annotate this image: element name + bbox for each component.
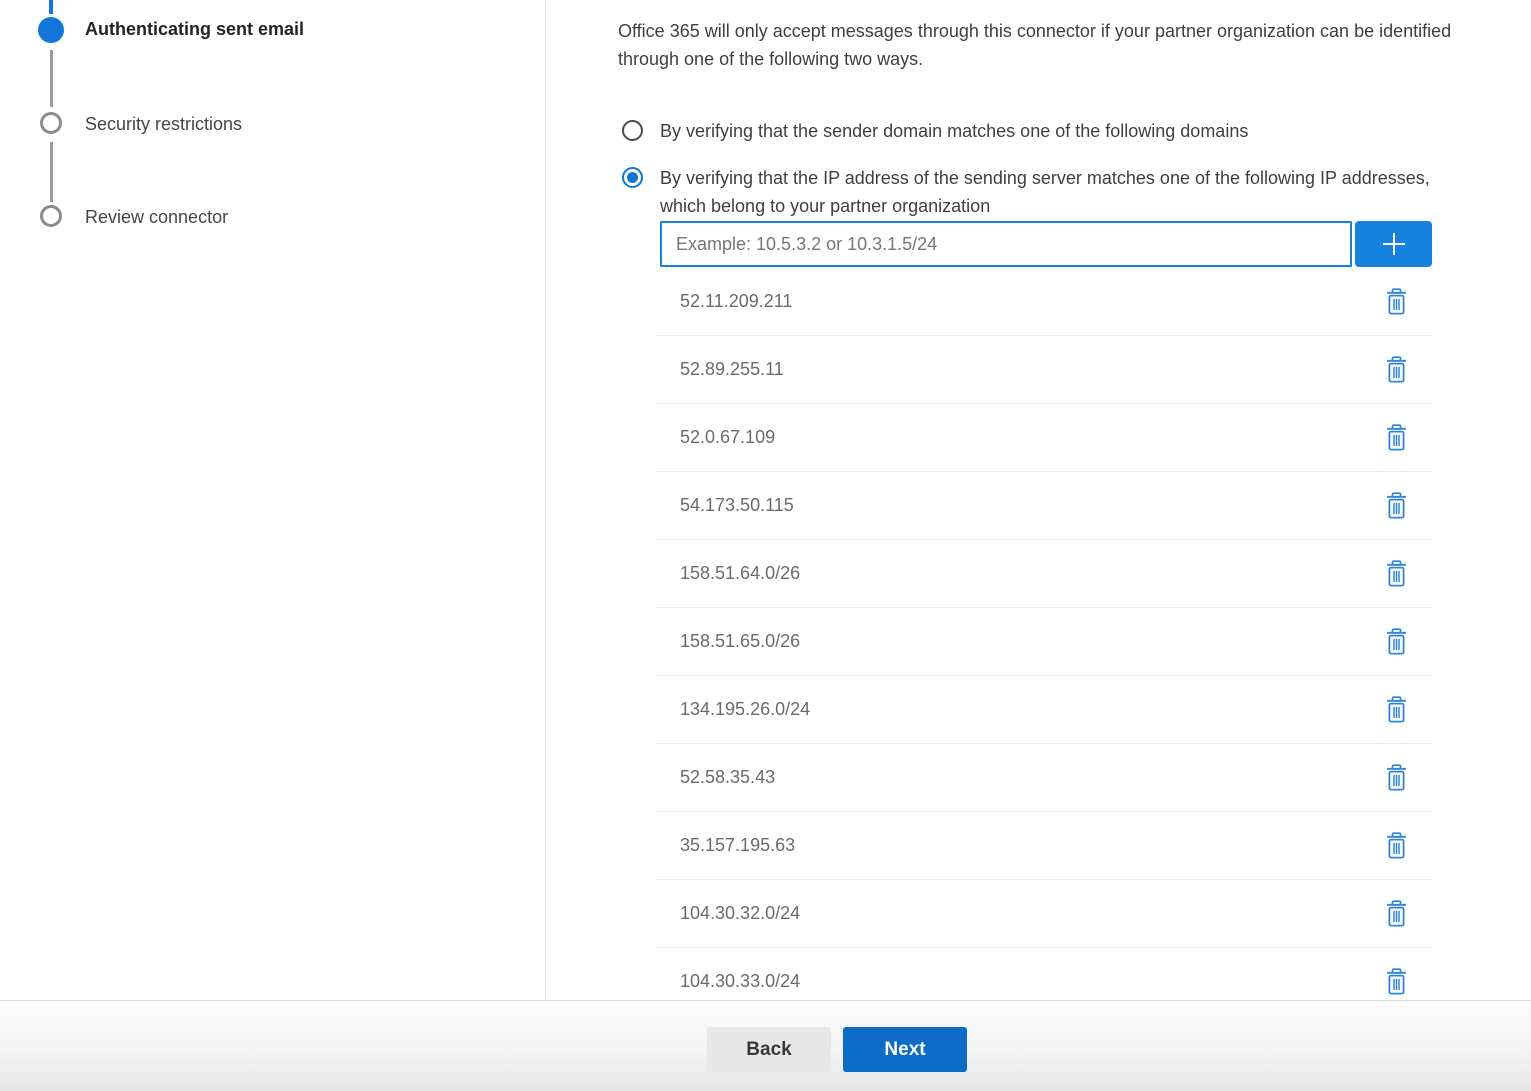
ip-list-row: 35.157.195.63 <box>656 812 1432 880</box>
trash-icon <box>1385 696 1408 723</box>
stepper-rail-top <box>49 0 53 14</box>
trash-icon <box>1385 288 1408 315</box>
delete-ip-button[interactable] <box>1383 422 1410 453</box>
delete-ip-button[interactable] <box>1383 898 1410 929</box>
ip-list-row: 52.11.209.211 <box>656 268 1432 336</box>
radio-unselected-icon[interactable] <box>622 120 643 141</box>
ip-list-row: 52.0.67.109 <box>656 404 1432 472</box>
delete-ip-button[interactable] <box>1383 762 1410 793</box>
wizard-footer: Back Next <box>0 1000 1531 1091</box>
ip-address-input[interactable] <box>660 221 1352 267</box>
ip-list-row: 52.58.35.43 <box>656 744 1432 812</box>
option-verify-ip-address[interactable]: By verifying that the IP address of the … <box>622 164 1468 220</box>
connector-wizard-page: Authenticating sent email Security restr… <box>0 0 1531 1091</box>
ip-address-value: 52.11.209.211 <box>680 291 792 312</box>
step-active-circle-icon <box>38 17 64 43</box>
wizard-step-panel: Authenticating sent email Security restr… <box>0 0 546 1000</box>
ip-list-row: 54.173.50.115 <box>656 472 1432 540</box>
trash-icon <box>1385 900 1408 927</box>
trash-icon <box>1385 764 1408 791</box>
trash-icon <box>1385 628 1408 655</box>
ip-address-value: 158.51.65.0/26 <box>680 631 800 652</box>
delete-ip-button[interactable] <box>1383 354 1410 385</box>
ip-list-row: 104.30.33.0/24 <box>656 948 1432 1000</box>
ip-list-row: 134.195.26.0/24 <box>656 676 1432 744</box>
option-label: By verifying that the sender domain matc… <box>660 117 1248 145</box>
ip-address-value: 104.30.32.0/24 <box>680 903 800 924</box>
delete-ip-button[interactable] <box>1383 830 1410 861</box>
delete-ip-button[interactable] <box>1383 966 1410 997</box>
step-review-connector[interactable]: Review connector <box>85 207 228 228</box>
stepper-connector <box>50 50 53 107</box>
delete-ip-button[interactable] <box>1383 490 1410 521</box>
intro-text: Office 365 will only accept messages thr… <box>618 17 1498 73</box>
ip-list-row: 158.51.64.0/26 <box>656 540 1432 608</box>
ip-address-value: 104.30.33.0/24 <box>680 971 800 992</box>
step-open-circle-icon <box>40 112 62 134</box>
step-security-restrictions[interactable]: Security restrictions <box>85 114 242 135</box>
ip-list-row: 158.51.65.0/26 <box>656 608 1432 676</box>
ip-list-row: 52.89.255.11 <box>656 336 1432 404</box>
next-button[interactable]: Next <box>843 1027 967 1072</box>
ip-address-value: 134.195.26.0/24 <box>680 699 810 720</box>
trash-icon <box>1385 560 1408 587</box>
stepper-connector <box>50 142 53 202</box>
delete-ip-button[interactable] <box>1383 558 1410 589</box>
radio-selected-icon[interactable] <box>622 167 643 188</box>
trash-icon <box>1385 356 1408 383</box>
trash-icon <box>1385 492 1408 519</box>
ip-address-value: 52.0.67.109 <box>680 427 775 448</box>
step-authenticating-sent-email[interactable]: Authenticating sent email <box>85 19 304 40</box>
ip-list-row: 104.30.32.0/24 <box>656 880 1432 948</box>
ip-address-list: 52.11.209.211 52.89.255.11 <box>656 268 1432 1000</box>
ip-address-value: 35.157.195.63 <box>680 835 795 856</box>
trash-icon <box>1385 968 1408 995</box>
back-button[interactable]: Back <box>707 1027 831 1072</box>
add-ip-button[interactable] <box>1355 221 1432 267</box>
ip-address-value: 52.58.35.43 <box>680 767 775 788</box>
delete-ip-button[interactable] <box>1383 694 1410 725</box>
option-verify-sender-domain[interactable]: By verifying that the sender domain matc… <box>622 117 1512 145</box>
ip-address-value: 52.89.255.11 <box>680 359 784 380</box>
ip-address-value: 54.173.50.115 <box>680 495 794 516</box>
option-label: By verifying that the IP address of the … <box>660 164 1468 220</box>
delete-ip-button[interactable] <box>1383 286 1410 317</box>
ip-address-value: 158.51.64.0/26 <box>680 563 800 584</box>
plus-icon <box>1379 229 1409 259</box>
trash-icon <box>1385 424 1408 451</box>
step-open-circle-icon <box>40 205 62 227</box>
trash-icon <box>1385 832 1408 859</box>
delete-ip-button[interactable] <box>1383 626 1410 657</box>
